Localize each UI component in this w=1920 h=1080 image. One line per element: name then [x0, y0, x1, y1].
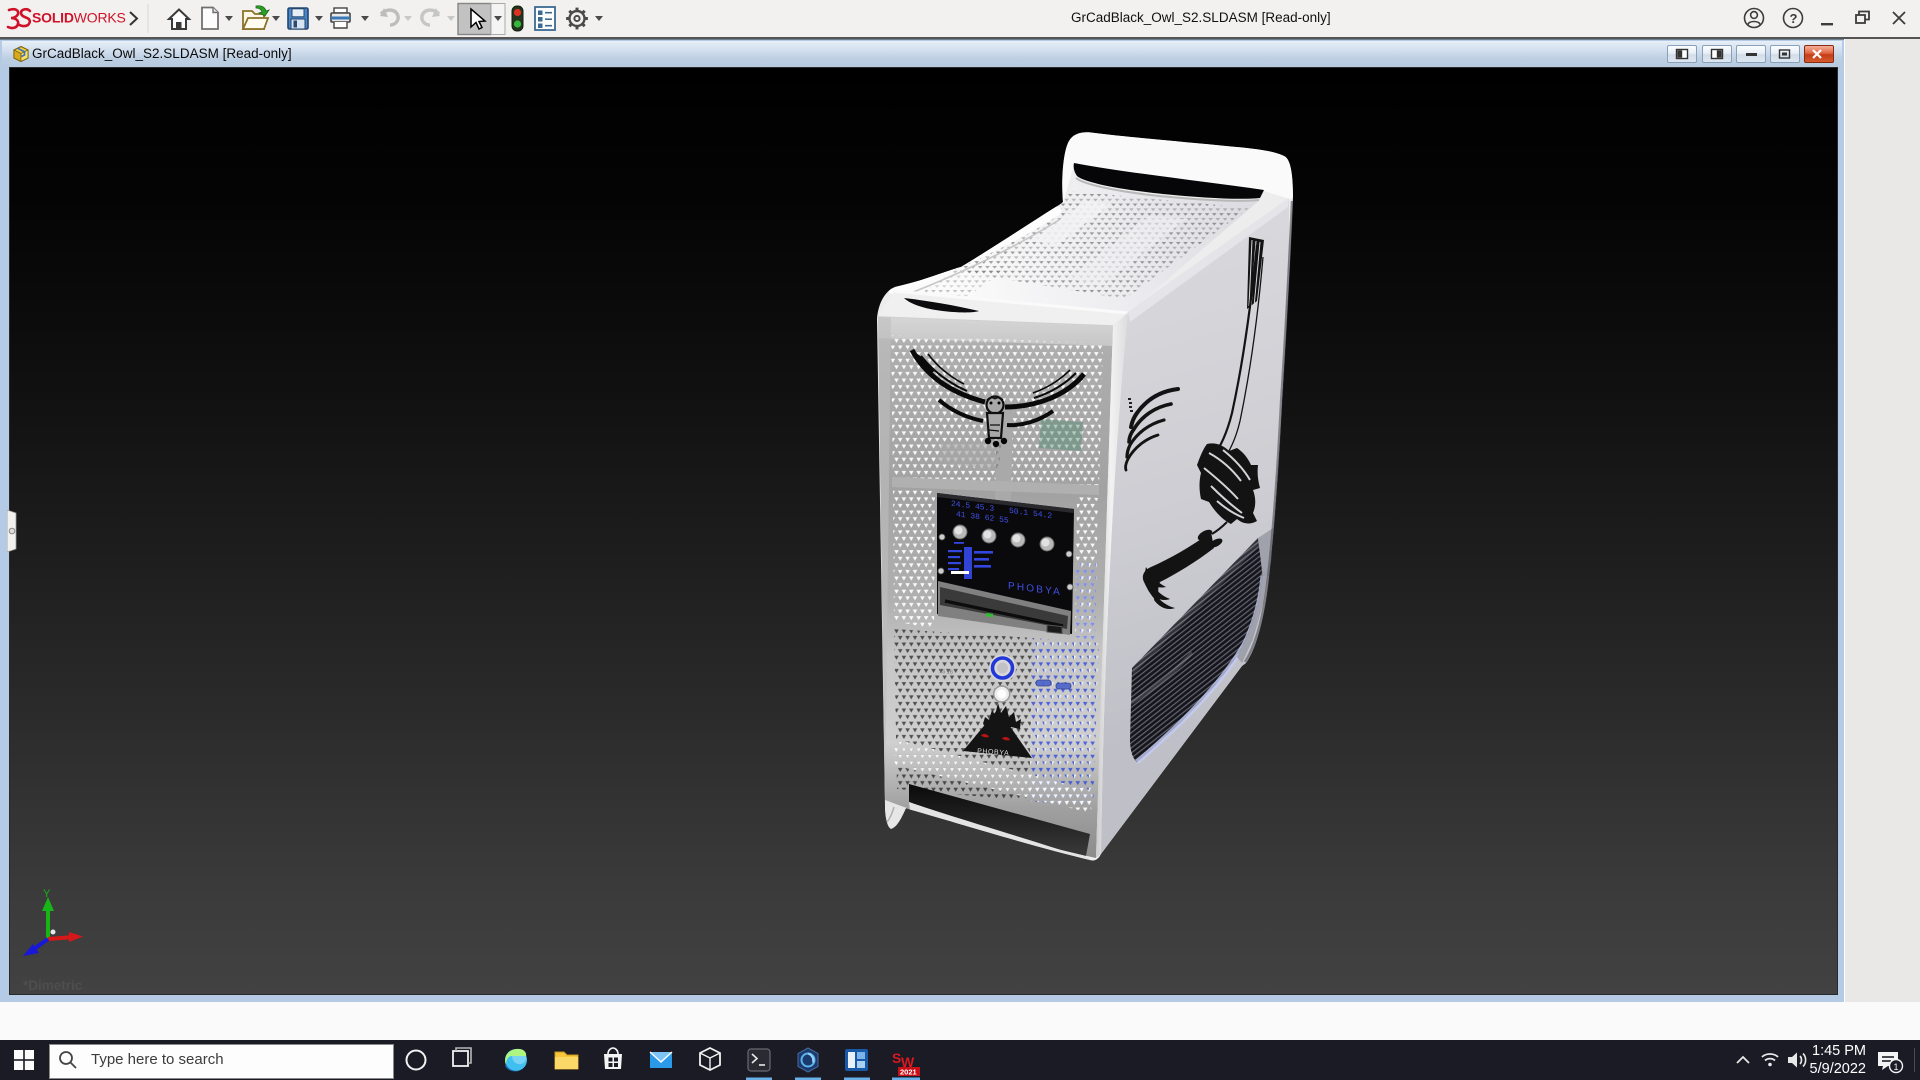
- svg-text:2021: 2021: [900, 1068, 917, 1077]
- svg-text:*Dimetric: *Dimetric: [23, 978, 83, 993]
- svg-text:1: 1: [1894, 1062, 1899, 1072]
- svg-text:?: ?: [1790, 11, 1798, 26]
- svg-text:15 16: 15 16: [939, 669, 953, 676]
- svg-text:S: S: [892, 1050, 901, 1066]
- svg-text:Y: Y: [43, 888, 51, 900]
- svg-text:SOLIDWORKS: SOLIDWORKS: [32, 10, 126, 26]
